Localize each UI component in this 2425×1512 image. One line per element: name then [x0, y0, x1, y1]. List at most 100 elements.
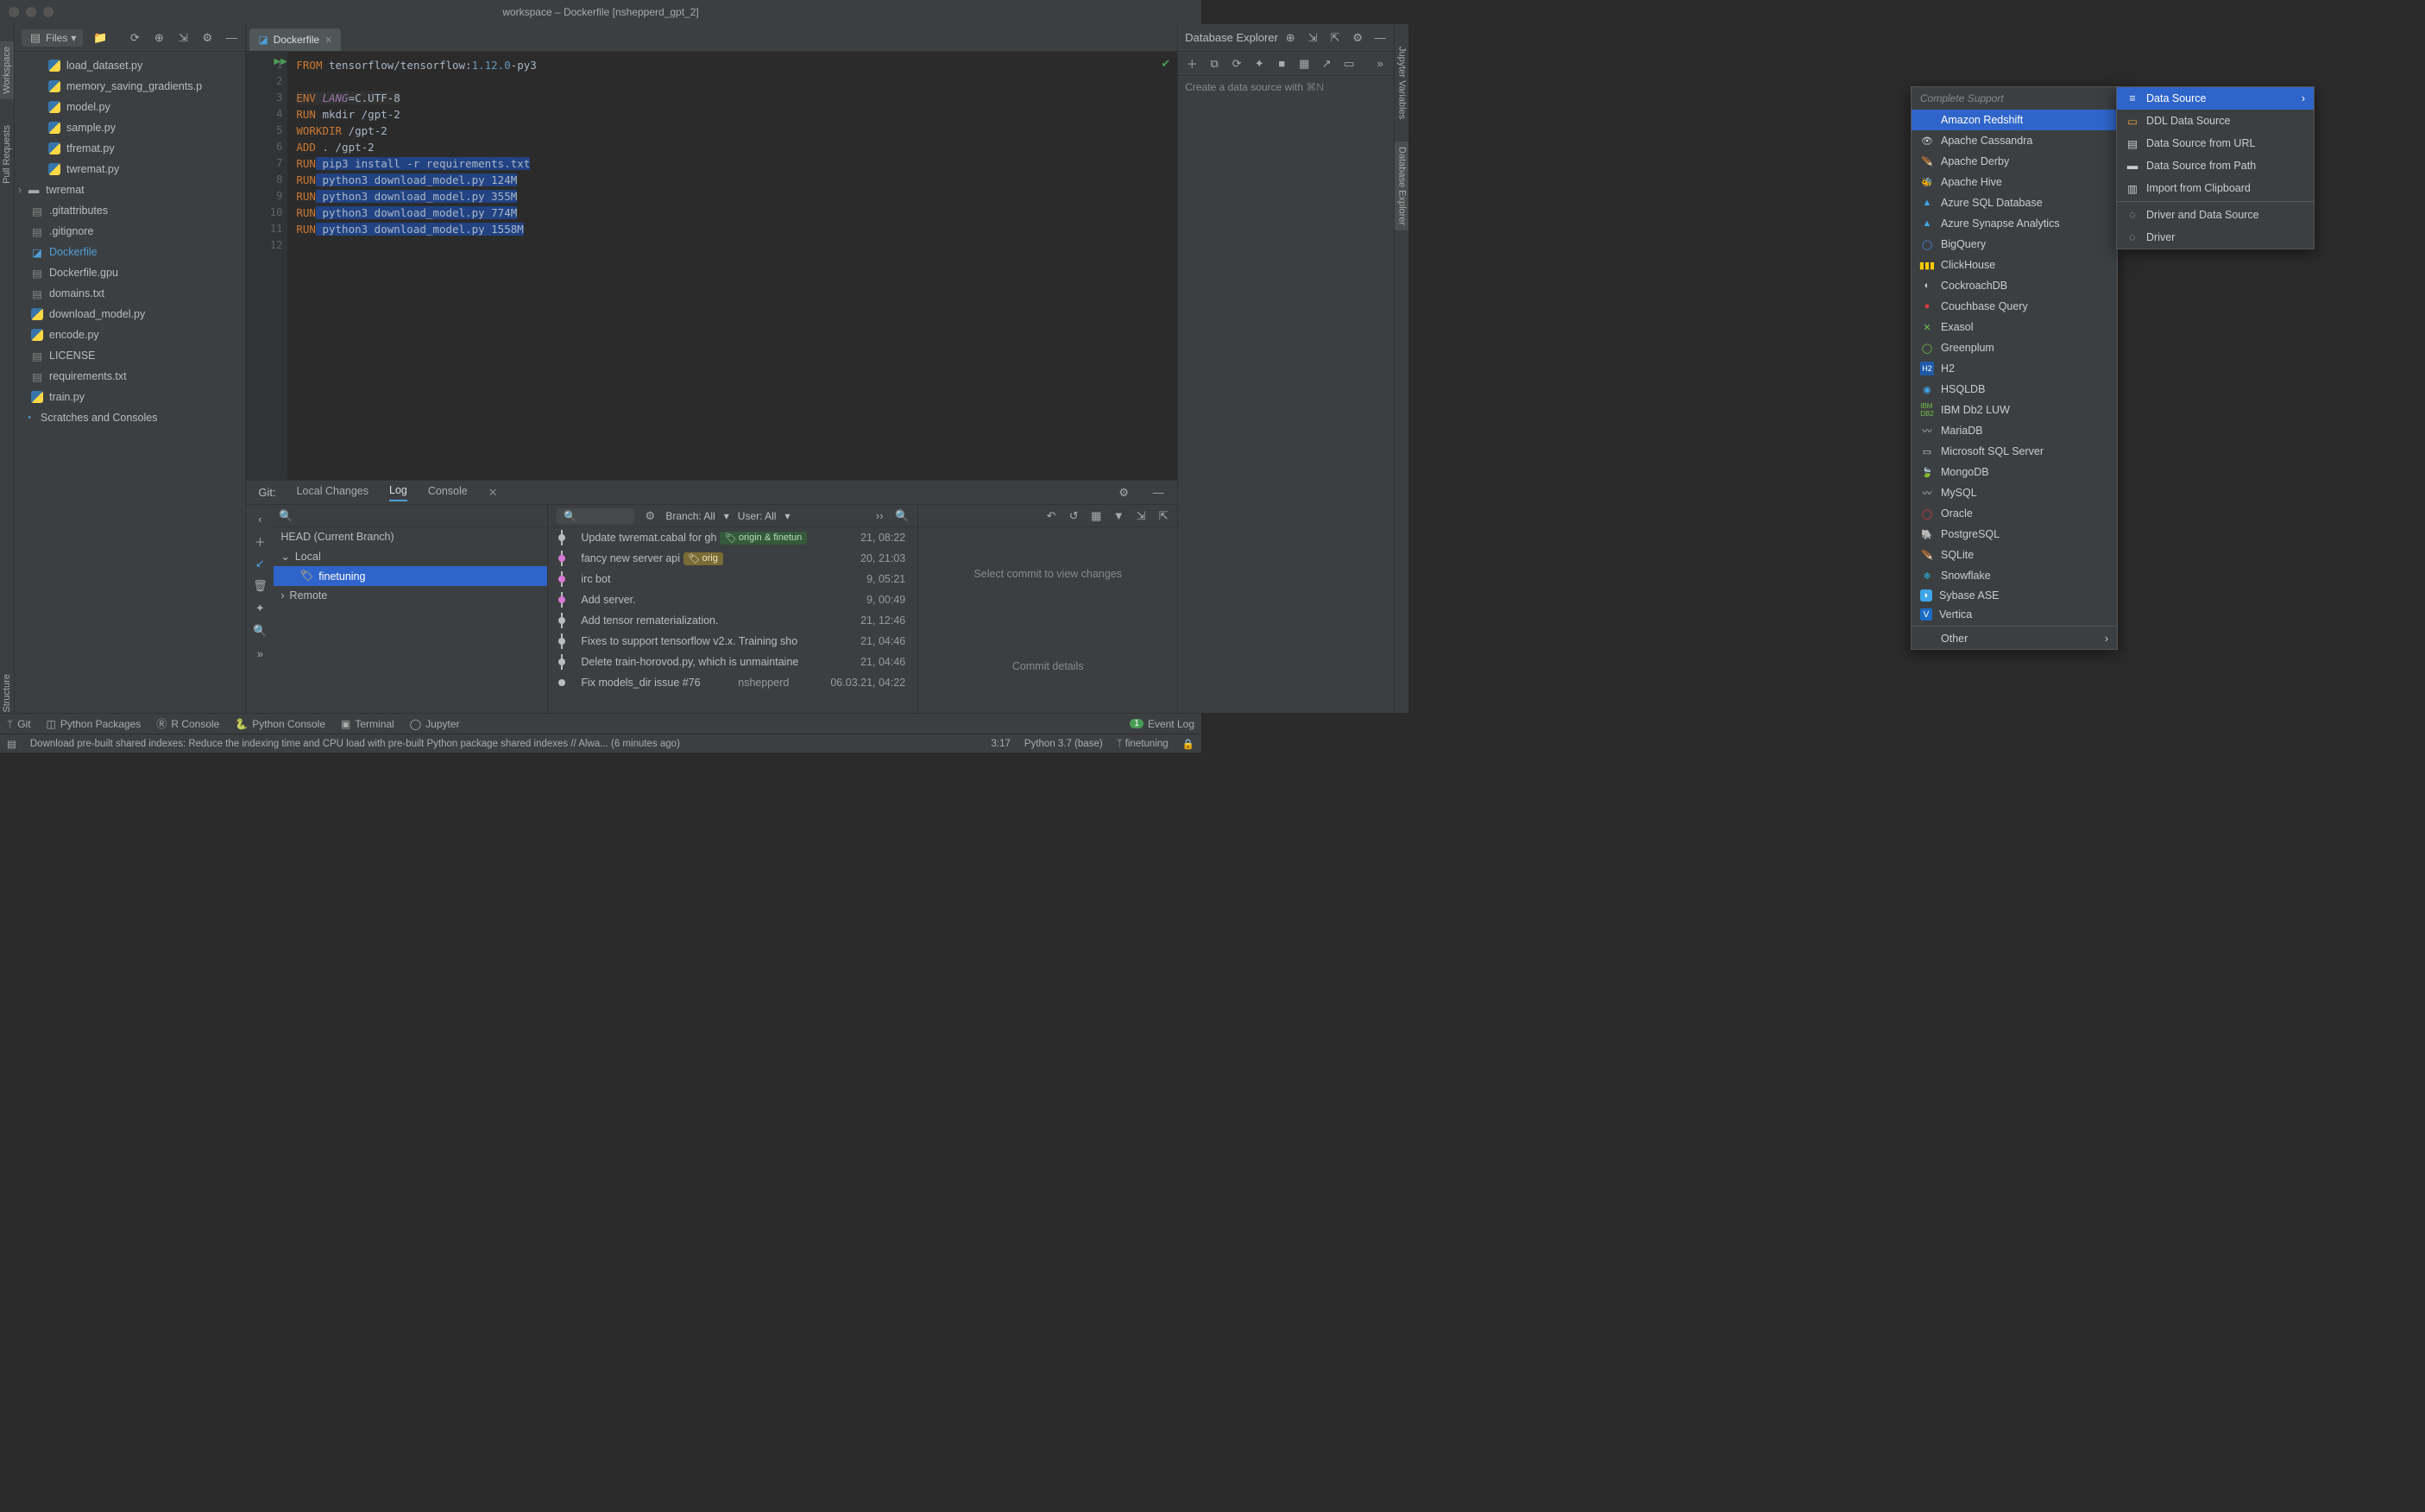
close-tab-icon[interactable]: ✕	[324, 35, 332, 46]
db-item[interactable]: 〰MariaDB	[1912, 420, 2117, 441]
branch-filter[interactable]: Branch: All	[665, 510, 715, 522]
user-filter[interactable]: User: All	[738, 510, 777, 522]
gear-icon[interactable]: ⚙	[643, 509, 657, 523]
git-tab-console[interactable]: Console	[428, 485, 468, 501]
checkout-icon[interactable]: ↙	[253, 557, 267, 570]
db-item[interactable]: 〰MySQL	[1912, 482, 2117, 503]
menu-item-data-source[interactable]: ≡Data Source›	[2117, 87, 2314, 110]
target-icon[interactable]: ⊕	[1283, 31, 1297, 45]
git-tab-local[interactable]: Local Changes	[297, 485, 368, 501]
more-icon[interactable]: ››	[872, 509, 886, 523]
fetch-icon[interactable]: ✦	[253, 602, 267, 615]
stop-icon[interactable]: ■	[1275, 57, 1288, 71]
back-icon[interactable]: ‹	[253, 512, 267, 526]
more-icon[interactable]: »	[1373, 57, 1387, 71]
collapse-icon[interactable]: ⇲	[1306, 31, 1320, 45]
files-dropdown[interactable]: ▤ Files ▾	[22, 29, 83, 47]
git-tab-log[interactable]: Log	[389, 484, 407, 501]
refresh-icon[interactable]: ⟳	[128, 31, 142, 45]
db-item[interactable]: ◯BigQuery	[1912, 234, 2117, 255]
db-item[interactable]: 👁Apache Cassandra	[1912, 130, 2117, 151]
lock-icon[interactable]: 🔒	[1182, 738, 1194, 750]
menu-item-ddl[interactable]: ▭DDL Data Source	[2117, 110, 2314, 132]
jupyter-button[interactable]: ◯Jupyter	[410, 718, 460, 730]
hide-panel-icon[interactable]: —	[224, 31, 238, 45]
db-item-other[interactable]: Other›	[1912, 628, 2117, 649]
db-item[interactable]: 🐘PostgreSQL	[1912, 524, 2117, 545]
db-item[interactable]: ◯Greenplum	[1912, 337, 2117, 358]
menu-item-driver-ds[interactable]: ◌Driver and Data Source	[2117, 204, 2314, 226]
duplicate-icon[interactable]: ⧉	[1207, 57, 1221, 71]
db-item[interactable]: ✕Exasol	[1912, 317, 2117, 337]
db-item[interactable]: ▮▮▮ClickHouse	[1912, 255, 2117, 275]
close-tab-icon[interactable]: ✕	[488, 486, 498, 500]
branch-finetuning[interactable]: 🏷finetuning	[274, 566, 547, 586]
minimize-window-button[interactable]	[26, 7, 36, 17]
status-menu-icon[interactable]: ▤	[7, 738, 16, 750]
workspace-tool-button[interactable]: Workspace	[0, 41, 14, 99]
r-console-button[interactable]: ⓇR Console	[156, 716, 219, 731]
gear-icon[interactable]: ⚙	[200, 31, 214, 45]
python-console-button[interactable]: 🐍Python Console	[235, 718, 325, 730]
search-icon[interactable]: 🔍	[279, 509, 293, 523]
db-item[interactable]: ◗Sybase ASE	[1912, 586, 2117, 605]
db-item[interactable]: ▭Microsoft SQL Server	[1912, 441, 2117, 462]
menu-item-clipboard[interactable]: ▥Import from Clipboard	[2117, 177, 2314, 199]
expand-icon[interactable]: ⇱	[1328, 31, 1342, 45]
gutter[interactable]: 123 456 789 101112	[246, 52, 287, 480]
refresh-icon[interactable]: ⟳	[1230, 57, 1244, 71]
hide-icon[interactable]: —	[1373, 31, 1387, 45]
structure-tool-button[interactable]: Structure	[2, 674, 12, 713]
database-explorer-button[interactable]: Database Explorer	[1395, 142, 1408, 230]
search-icon[interactable]: 🔍	[895, 509, 909, 523]
db-item[interactable]: ❄Snowflake	[1912, 565, 2117, 586]
cursor-position[interactable]: 3:17	[992, 739, 1011, 749]
filter-icon[interactable]: ✦	[1252, 57, 1266, 71]
python-packages-button[interactable]: ◫Python Packages	[47, 718, 142, 730]
db-item[interactable]: H2H2	[1912, 358, 2117, 379]
branch-head[interactable]: HEAD (Current Branch)	[274, 527, 547, 546]
code-editor[interactable]: FROM tensorflow/tensorflow:1.12.0-py3 EN…	[287, 52, 1177, 480]
run-gutter-icon[interactable]: ▶▶	[274, 57, 287, 66]
db-item[interactable]: IBMDB2IBM Db2 LUW	[1912, 400, 2117, 420]
filter-icon[interactable]: ▼	[1112, 509, 1125, 523]
log-search-input[interactable]: 🔍	[557, 508, 634, 524]
db-item[interactable]: ▲Azure Synapse Analytics	[1912, 213, 2117, 234]
status-message[interactable]: Download pre-built shared indexes: Reduc…	[30, 739, 680, 749]
more-icon[interactable]: »	[253, 646, 267, 660]
db-item[interactable]: 🪶Apache Derby	[1912, 151, 2117, 172]
interpreter-selector[interactable]: Python 3.7 (base)	[1024, 739, 1103, 749]
db-item[interactable]: 🍃MongoDB	[1912, 462, 2117, 482]
add-icon[interactable]: ＋	[253, 534, 267, 548]
gear-icon[interactable]: ⚙	[1117, 486, 1131, 500]
menu-item-url[interactable]: ▤Data Source from URL	[2117, 132, 2314, 154]
db-item[interactable]: ◯Oracle	[1912, 503, 2117, 524]
close-window-button[interactable]	[9, 7, 19, 17]
group-icon[interactable]: ▦	[1089, 509, 1103, 523]
db-item[interactable]: ◐CockroachDB	[1912, 275, 2117, 296]
cherry-pick-icon[interactable]: ↶	[1044, 509, 1058, 523]
project-tree[interactable]: load_dataset.py memory_saving_gradients.…	[15, 52, 245, 713]
db-item[interactable]: ▲Azure SQL Database	[1912, 192, 2117, 213]
git-button[interactable]: ᛘGit	[7, 718, 31, 730]
db-item[interactable]: 🪶SQLite	[1912, 545, 2117, 565]
editor-tab[interactable]: ◪ Dockerfile ✕	[249, 28, 341, 51]
collapse-icon[interactable]: ⇱	[1156, 509, 1170, 523]
collapse-icon[interactable]: ⇲	[176, 31, 190, 45]
jump-icon[interactable]: ↗	[1320, 57, 1333, 71]
branch-remote[interactable]: ›Remote	[274, 586, 547, 605]
db-item[interactable]: ▮▮▮Amazon Redshift	[1912, 110, 2117, 130]
git-branch-status[interactable]: ᛘ finetuning	[1117, 739, 1168, 749]
jupyter-variables-button[interactable]: Jupyter Variables	[1395, 41, 1408, 124]
maximize-window-button[interactable]	[43, 7, 54, 17]
search-icon[interactable]: 🔍	[253, 624, 267, 638]
revert-icon[interactable]: ↺	[1067, 509, 1080, 523]
terminal-button[interactable]: ▣Terminal	[341, 718, 394, 730]
pull-requests-tool-button[interactable]: Pull Requests	[2, 125, 12, 184]
delete-icon[interactable]: 🗑	[253, 579, 267, 593]
target-icon[interactable]: ⊕	[152, 31, 166, 45]
git-log-list[interactable]: Update twremat.cabal for gh 🏷 origin & f…	[548, 527, 917, 713]
db-item[interactable]: ●Couchbase Query	[1912, 296, 2117, 317]
event-log-button[interactable]: 1Event Log	[1130, 718, 1194, 730]
db-item[interactable]: 🐝Apache Hive	[1912, 172, 2117, 192]
